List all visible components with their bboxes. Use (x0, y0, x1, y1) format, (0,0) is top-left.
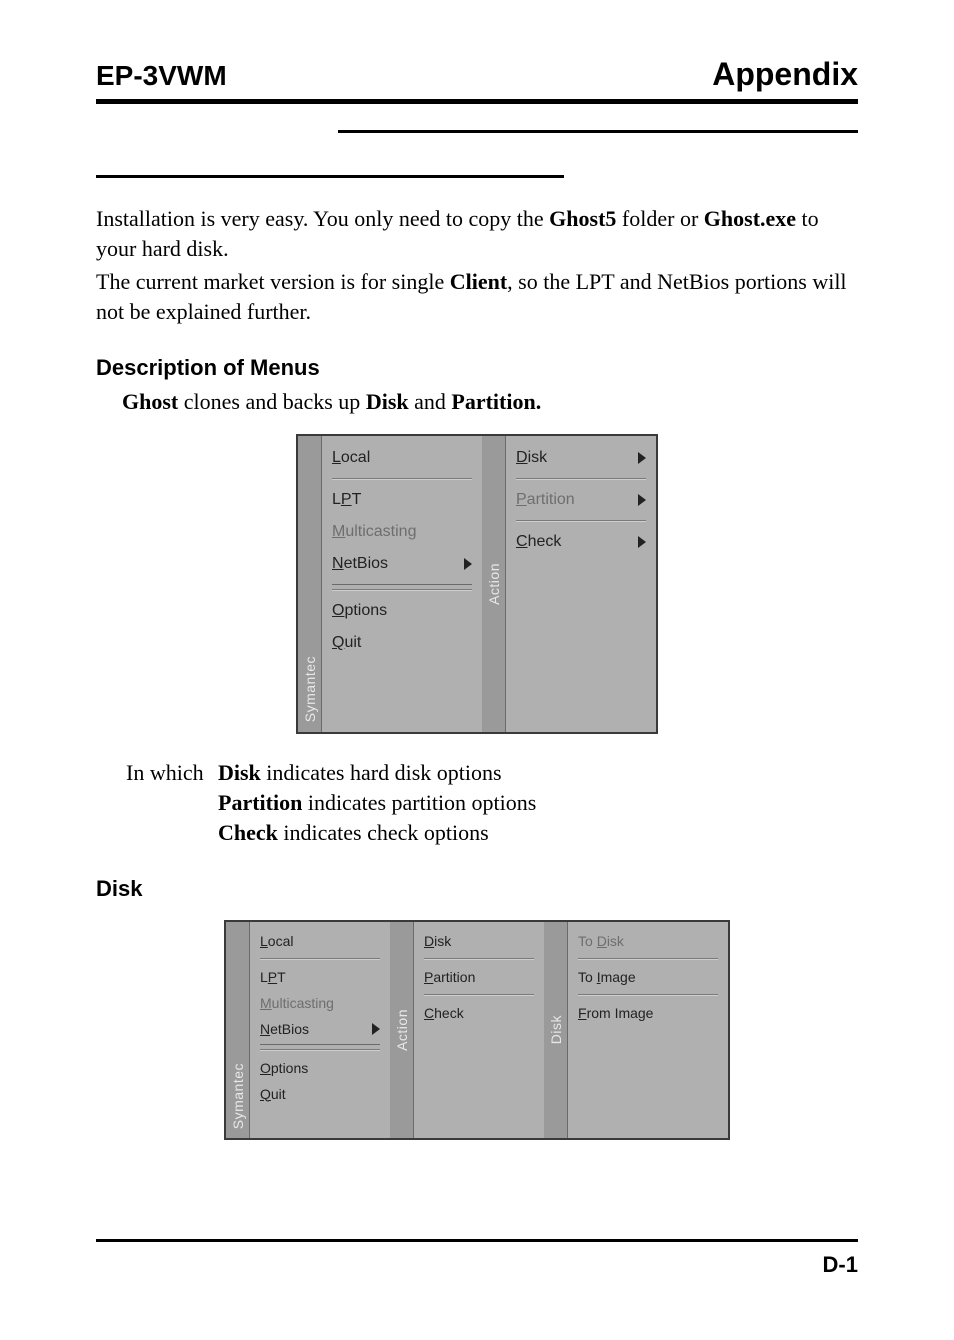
menu-item-lpt[interactable]: LPT (260, 964, 380, 990)
expl-lead: In which (126, 758, 218, 788)
footer: D-1 (96, 1239, 858, 1278)
menu-separator (260, 1049, 380, 1051)
text: and (409, 389, 452, 414)
vtab-label: Action (394, 1009, 410, 1051)
menu-item-options[interactable]: Options (332, 595, 472, 627)
menu-item-netbios[interactable]: NetBios (260, 1016, 380, 1042)
text: Installation is very easy. You only need… (96, 206, 549, 231)
vtab-symantec: Symantec (226, 922, 250, 1138)
text: clones and backs up (178, 389, 366, 414)
menu-item-local[interactable]: Local (260, 928, 380, 954)
text-bold: Disk (366, 389, 409, 414)
menu-item-from-image[interactable]: From Image (578, 1000, 718, 1026)
menu-col-1: Local LPT Multicasting NetBios Options Q… (322, 436, 482, 732)
menu-item-partition[interactable]: Partition (516, 484, 646, 516)
menu-separator (424, 994, 534, 996)
menu-item-to-image[interactable]: To Image (578, 964, 718, 990)
section-title-disk: Disk (96, 876, 858, 902)
text-bold: Partition. (451, 389, 541, 414)
chevron-right-icon (638, 452, 646, 464)
menu-separator (260, 958, 380, 960)
text: indicates check options (278, 820, 489, 845)
chevron-right-icon (638, 494, 646, 506)
expl-row-3: Check indicates check options (126, 818, 858, 848)
text-bold: Disk (218, 760, 261, 785)
menu-item-options[interactable]: Options (260, 1055, 380, 1081)
text: The current market version is for single (96, 269, 450, 294)
intro-paragraph-2: The current market version is for single… (96, 267, 858, 326)
chevron-right-icon (638, 536, 646, 548)
menu-item-check[interactable]: Check (424, 1000, 534, 1026)
explanation-block: In which Disk indicates hard disk option… (126, 758, 858, 847)
text-bold: Ghost5 (549, 206, 616, 231)
vtab-action: Action (482, 436, 506, 732)
menu-item-partition[interactable]: Partition (424, 964, 534, 990)
vtab-label: Disk (548, 1015, 564, 1044)
page: EP-3VWM Appendix Installation is very ea… (0, 0, 954, 1340)
vtab-symantec: Symantec (298, 436, 322, 732)
menu-separator (424, 958, 534, 960)
text: indicates hard disk options (261, 760, 502, 785)
sub-rule-left (96, 175, 564, 178)
menu-col-1: Local LPT Multicasting NetBios Options Q… (250, 922, 390, 1138)
expl-row-1: In which Disk indicates hard disk option… (126, 758, 858, 788)
text-bold: Check (218, 820, 278, 845)
menu-col-3: To Disk To Image From Image (568, 922, 728, 1138)
vtab-label: Action (486, 563, 502, 605)
menu-separator (332, 589, 472, 591)
sub-rule-right (338, 130, 858, 133)
chevron-right-icon (464, 558, 472, 570)
footer-rule (96, 1239, 858, 1242)
menu-item-netbios[interactable]: NetBios (332, 548, 472, 580)
vtab-label: Symantec (302, 656, 318, 722)
menu-item-disk[interactable]: Disk (424, 928, 534, 954)
section-title-menus: Description of Menus (96, 355, 858, 381)
menu-item-local[interactable]: Local (332, 442, 472, 474)
menu-separator (516, 478, 646, 480)
menu-col-2: Disk Partition Check (414, 922, 544, 1138)
menu-item-to-disk[interactable]: To Disk (578, 928, 718, 954)
menu-item-quit[interactable]: Quit (260, 1081, 380, 1107)
menu-item-multicasting[interactable]: Multicasting (332, 516, 472, 548)
vtab-disk: Disk (544, 922, 568, 1138)
screenshot-2: Symantec Local LPT Multicasting NetBios … (96, 920, 858, 1140)
vtab-label: Symantec (230, 1063, 246, 1129)
expl-row-2: Partition indicates partition options (126, 788, 858, 818)
menu-col-2: Disk Partition Check (506, 436, 656, 732)
text: folder or (616, 206, 703, 231)
header-rule (96, 99, 858, 104)
menu-item-disk[interactable]: Disk (516, 442, 646, 474)
menu-separator (578, 958, 718, 960)
header: EP-3VWM Appendix (96, 56, 858, 93)
ghost-menu-2: Symantec Local LPT Multicasting NetBios … (224, 920, 730, 1140)
page-number: D-1 (96, 1252, 858, 1278)
menu-separator (578, 994, 718, 996)
menus-line: Ghost clones and backs up Disk and Parti… (122, 387, 858, 417)
menu-item-multicasting[interactable]: Multicasting (260, 990, 380, 1016)
vtab-action: Action (390, 922, 414, 1138)
menu-separator (332, 478, 472, 480)
menu-item-check[interactable]: Check (516, 526, 646, 558)
text-bold: Partition (218, 790, 302, 815)
text-bold: Ghost.exe (704, 206, 796, 231)
header-right: Appendix (712, 56, 858, 93)
intro-paragraph-1: Installation is very easy. You only need… (96, 204, 858, 263)
text-bold: Client (450, 269, 507, 294)
screenshot-1: Symantec Local LPT Multicasting NetBios … (96, 434, 858, 734)
header-left: EP-3VWM (96, 60, 227, 92)
text-bold: Ghost (122, 389, 178, 414)
menu-item-lpt[interactable]: LPT (332, 484, 472, 516)
text: indicates partition options (302, 790, 536, 815)
chevron-right-icon (372, 1023, 380, 1035)
menu-item-quit[interactable]: Quit (332, 627, 472, 659)
ghost-menu-1: Symantec Local LPT Multicasting NetBios … (296, 434, 658, 734)
menu-separator (516, 520, 646, 522)
